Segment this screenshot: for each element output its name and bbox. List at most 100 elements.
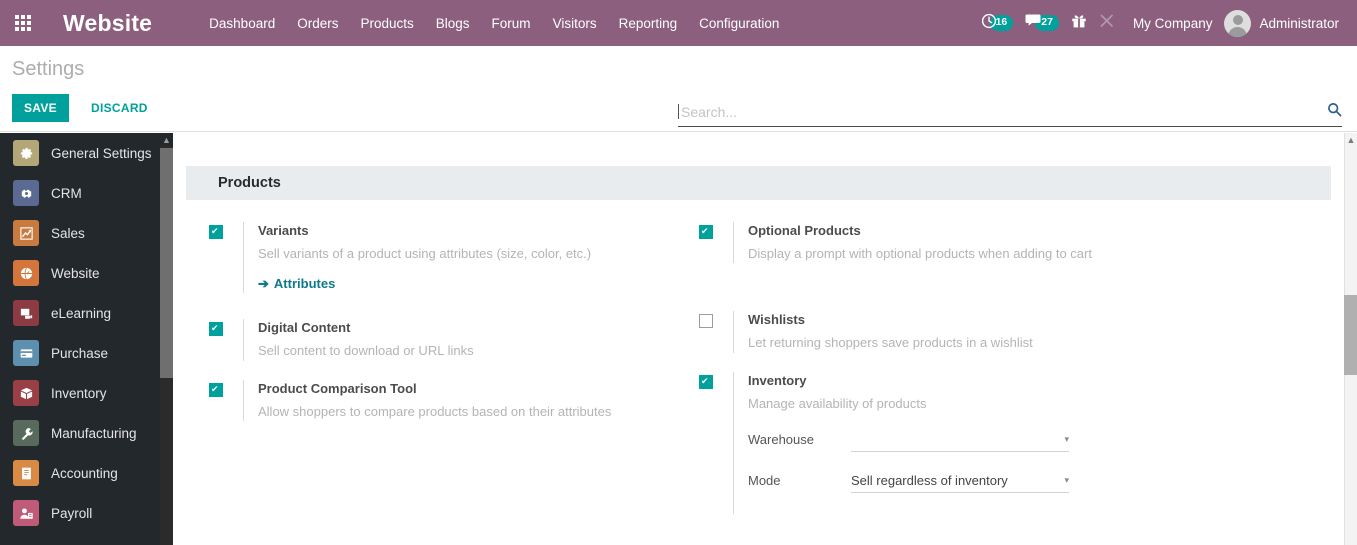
mode-input[interactable] [851,473,1059,489]
invoice-icon [13,460,39,486]
menu-item-reporting[interactable]: Reporting [608,0,689,46]
digital-content-checkbox[interactable] [209,321,223,337]
setting-label: Digital Content [258,320,351,336]
sidebar-item-elearning[interactable]: eLearning [0,293,160,333]
menu-item-visitors[interactable]: Visitors [542,0,608,46]
wrench-icon [1099,13,1115,34]
setting-help: Sell variants of a product using attribu… [258,245,592,261]
product-comparison-checkbox[interactable] [209,382,223,397]
page-scrollbar-thumb[interactable] [1344,295,1357,375]
settings-column-right: Optional Products Display a prompt with … [683,222,1323,532]
wrench-icon [13,420,39,446]
setting-label: Product Comparison Tool [258,380,417,396]
chat-bubble-icon [1025,13,1042,33]
menu-item-orders[interactable]: Orders [286,0,349,46]
warehouse-label: Warehouse [748,432,814,448]
sidebar-item-label: Manufacturing [51,425,137,441]
settings-page: Products Variants Sell variants of a pro… [173,166,1344,532]
gift-icon [1071,13,1087,34]
arrow-right-icon: ➔ [258,276,269,292]
activities-button[interactable]: 16 [975,0,1020,46]
card-icon [13,340,39,366]
messages-button[interactable]: 27 [1019,0,1065,46]
clock-icon [981,13,997,34]
setting-help: Allow shoppers to compare products based… [258,403,612,419]
app-brand-title[interactable]: Website [63,10,152,37]
sidebar-item-label: Website [51,265,100,281]
settings-content: Products Variants Sell variants of a pro… [173,133,1344,545]
user-menu[interactable]: Administrator [1224,9,1347,37]
setting-label: Optional Products [748,223,861,238]
settings-columns: Variants Sell variants of a product usin… [186,222,1344,532]
setting-help: Let returning shoppers save products in … [748,335,1033,351]
sidebar-item-crm[interactable]: CRM [0,173,160,213]
optional-products-checkbox[interactable] [699,224,713,239]
save-button[interactable]: SAVE [12,94,69,122]
employee-icon [13,500,39,526]
attributes-link[interactable]: ➔ Attributes [258,276,335,292]
menu-item-products[interactable]: Products [349,0,424,46]
company-switcher[interactable]: My Company [1121,16,1225,31]
setting-product-comparison-tool: Product Comparison Tool Allow shoppers t… [209,379,683,422]
chevron-down-icon[interactable]: ▾ [1058,434,1069,445]
tools-button[interactable] [1093,0,1121,46]
menu-item-dashboard[interactable]: Dashboard [198,0,286,46]
setting-body: Variants Sell variants of a product usin… [243,222,683,294]
search-view[interactable] [678,102,1342,127]
mode-field-row: Mode ▾ [748,473,1323,494]
chevron-down-icon[interactable]: ▾ [1058,475,1069,486]
wishlists-checkbox[interactable] [699,314,713,329]
sidebar-item-label: eLearning [51,305,112,321]
variants-checkbox[interactable] [209,224,223,239]
attributes-link-label: Attributes [273,276,336,292]
user-name-label: Administrator [1259,15,1339,31]
presentation-icon [13,300,39,326]
sidebar-item-sales[interactable]: Sales [0,213,160,253]
search-input[interactable] [681,103,1321,120]
setting-digital-content: Digital Content Sell content to download… [209,319,683,361]
setting-optional-products: Optional Products Display a prompt with … [699,222,1323,264]
sidebar-scroll-up-arrow[interactable]: ▲ [160,133,173,146]
sidebar-item-label: Payroll [51,505,93,521]
warehouse-input[interactable] [851,432,1059,448]
setting-label: Variants [258,223,309,238]
top-navbar: Website Dashboard Orders Products Blogs … [0,0,1357,46]
sidebar-item-website[interactable]: Website [0,253,160,293]
systray: 16 27 My Company Administrator [975,0,1357,46]
setting-wishlists: Wishlists Let returning shoppers save pr… [699,311,1323,353]
setting-body: Optional Products Display a prompt with … [733,222,1323,264]
sidebar-item-manufacturing[interactable]: Manufacturing [0,413,160,453]
gift-button[interactable] [1065,0,1093,46]
sidebar-item-label: Inventory [51,385,107,401]
page-title: Settings [12,58,85,80]
sidebar-item-label: General Settings [51,145,152,161]
discard-button[interactable]: DISCARD [79,94,160,122]
setting-body: Wishlists Let returning shoppers save pr… [733,311,1323,353]
setting-help: Sell content to download or URL links [258,343,474,359]
sidebar-item-label: Sales [51,225,85,241]
setting-variants: Variants Sell variants of a product usin… [209,222,683,294]
sidebar-item-purchase[interactable]: Purchase [0,333,160,373]
apps-menu-button[interactable] [0,0,46,46]
section-title-products: Products [186,166,1331,200]
sidebar-item-inventory[interactable]: Inventory [0,373,160,413]
warehouse-select[interactable]: ▾ [851,432,1069,453]
magnifier-icon[interactable] [1321,102,1342,121]
settings-column-left: Variants Sell variants of a product usin… [186,222,683,532]
settings-sidebar[interactable]: General Settings CRM Sales Website eLear… [0,133,160,545]
page-scroll-up-arrow[interactable]: ▲ [1345,133,1357,146]
menu-item-configuration[interactable]: Configuration [688,0,790,46]
menu-item-forum[interactable]: Forum [481,0,542,46]
mode-select[interactable]: ▾ [851,473,1069,494]
sidebar-item-general-settings[interactable]: General Settings [0,133,160,173]
inventory-checkbox[interactable] [699,374,713,389]
sidebar-item-label: CRM [51,185,82,201]
sidebar-scrollbar-thumb[interactable] [160,148,173,378]
globe-icon [13,260,39,286]
chart-line-icon [13,220,39,246]
setting-inventory: Inventory Manage availability of product… [699,371,1323,515]
sidebar-item-label: Purchase [51,345,109,361]
menu-item-blogs[interactable]: Blogs [425,0,481,46]
sidebar-item-payroll[interactable]: Payroll [0,493,160,533]
sidebar-item-accounting[interactable]: Accounting [0,453,160,493]
